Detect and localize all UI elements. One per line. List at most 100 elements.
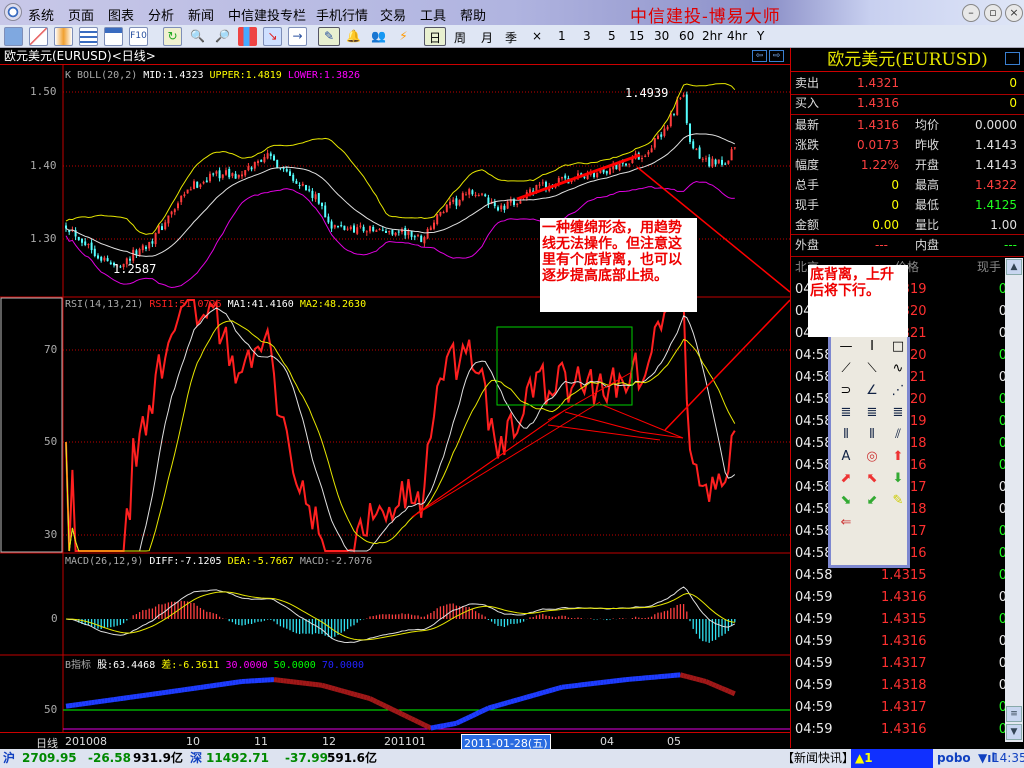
text-tool-icon[interactable]: A (835, 447, 857, 467)
price-tick: 1.30 (30, 232, 57, 245)
candle-body (733, 147, 736, 149)
b-indicator-segment (443, 722, 448, 729)
candle-body (273, 155, 275, 161)
horizontal-line-tool-icon[interactable]: — (835, 337, 857, 357)
scroll-down-icon[interactable]: ▼ (1006, 724, 1022, 740)
eraser-tool-icon[interactable]: ✎ (887, 491, 909, 511)
gann-line-tool-icon[interactable]: ≣ (835, 403, 857, 423)
tick-row: 04:59 1.4317 0 (795, 697, 1007, 719)
news-flash-link[interactable]: 【新闻快讯】 (782, 749, 854, 768)
candle-body (394, 232, 397, 236)
vertical-line-tool-icon[interactable]: I (861, 337, 883, 357)
tick-scrollbar[interactable]: ▲ ≡ ▼ (1005, 258, 1023, 742)
candle-body (81, 238, 83, 243)
low-marker: 1.2587 (113, 262, 157, 276)
candle-body (100, 256, 103, 261)
sell-price: 1.4321 (857, 76, 899, 90)
arc-tool-icon[interactable]: ⊃ (835, 381, 857, 401)
candle-body (106, 258, 109, 262)
macd-tick: 0 (51, 612, 58, 625)
candle-body (388, 231, 391, 233)
circle-tool-icon[interactable]: ◎ (861, 447, 883, 467)
candle-body (653, 138, 656, 148)
b-indicator-segment (420, 721, 426, 728)
close-button[interactable]: × (1005, 4, 1023, 22)
segment-tool-icon[interactable]: ⟍ (861, 359, 883, 379)
cycle-lines-tool-icon[interactable]: ⦀ (835, 425, 857, 445)
quote-value: 0 (891, 178, 899, 192)
candle-body (289, 171, 291, 176)
candle-body (353, 225, 355, 233)
minimize-button[interactable]: – (962, 4, 980, 22)
scroll-thumb[interactable]: ≡ (1006, 706, 1022, 722)
scroll-up-icon[interactable]: ▲ (1006, 259, 1022, 275)
kline-chart[interactable] (0, 0, 790, 748)
fan-tool-icon[interactable]: ⋰ (887, 381, 909, 401)
quote-label: 量比 (915, 218, 940, 232)
tick-time: 04:58 (795, 458, 833, 473)
candle-body (647, 151, 650, 155)
b-indicator-segment (433, 724, 438, 730)
b-50: 50.0000 (273, 660, 316, 671)
rectangle-tool-icon[interactable]: □ (887, 337, 909, 357)
b-indicator-segment (503, 700, 509, 706)
quote-value: 0 (891, 198, 899, 212)
restore-button[interactable]: ▫ (984, 4, 1002, 22)
angle-tool-icon[interactable]: ∠ (861, 381, 883, 401)
sz-label: 深 (190, 751, 203, 765)
b-indicator-segment (708, 680, 714, 687)
brand-logo: pobo (937, 751, 971, 765)
high-marker: 1.4939 (625, 86, 669, 100)
tick-row: 04:59 1.4316 0 (795, 587, 1007, 609)
sine-tool-icon[interactable]: ∿ (887, 359, 909, 379)
down-arrow-tool-icon[interactable]: ⬇ (887, 469, 909, 489)
candle-body (609, 168, 611, 175)
fib-line-tool-icon[interactable]: ≣ (861, 403, 883, 423)
delete-all-tool-icon[interactable]: ⇐ (835, 513, 857, 533)
b-indicator-segment (686, 674, 691, 680)
up-right-arrow-tool-icon[interactable]: ⬈ (835, 469, 857, 489)
candle-body (269, 153, 272, 156)
b-indicator-segment (368, 696, 375, 703)
b-indicator-segment (554, 685, 560, 692)
sh-amount: 931.9亿 (133, 751, 183, 765)
b-indicator-segment (695, 676, 701, 683)
candle-body (234, 173, 237, 179)
candle-body (151, 241, 154, 244)
fib-line-2-tool-icon[interactable]: ≣ (887, 403, 909, 423)
inner-value: --- (1004, 238, 1017, 252)
b-indicator-segment (461, 716, 468, 723)
b-indicator-segment (334, 686, 339, 693)
quote-value: 1.00 (990, 218, 1017, 232)
line-tool-icon[interactable]: ⟋ (835, 359, 857, 379)
scroll-right-icon[interactable]: ⇨ (769, 50, 784, 62)
candle-body (484, 194, 487, 197)
alert-count[interactable]: ▲1 (851, 749, 933, 768)
annotation-note-2[interactable]: 底背离，上升后将下行。 (808, 265, 908, 337)
scroll-left-icon[interactable]: ⇦ (752, 50, 767, 62)
b-indicator-segment (407, 714, 413, 721)
candle-body (215, 171, 218, 174)
candle-body (164, 222, 167, 230)
tick-time: 04:59 (795, 612, 833, 627)
candle-body (161, 226, 163, 231)
candle-body (362, 226, 365, 232)
candle-body (413, 236, 416, 238)
candle-body (157, 225, 160, 234)
candle-body (337, 226, 339, 228)
up-left-arrow-tool-icon[interactable]: ⬉ (861, 469, 883, 489)
tick-time: 04:58 (795, 392, 833, 407)
maximize-panel-icon[interactable] (1005, 52, 1020, 65)
down-left-arrow-tool-icon[interactable]: ⬋ (861, 491, 883, 511)
up-arrow-tool-icon[interactable]: ⬆ (887, 447, 909, 467)
candle-body (177, 203, 179, 209)
down-right-arrow-tool-icon[interactable]: ⬊ (835, 491, 857, 511)
annotation-note-1[interactable]: 一种缠绵形态，用趋势线无法操作。但注意这里有个底背离，也可以逐步提高底部止损。 (540, 218, 697, 312)
candle-body (689, 123, 691, 142)
boll-legend: K BOLL(20,2) MID:1.4323 UPPER:1.4819 LOW… (65, 70, 360, 81)
speed-lines-tool-icon[interactable]: ⫽ (887, 425, 909, 445)
candle-body (605, 171, 608, 174)
candle-body (298, 184, 301, 186)
cycle-lines-2-tool-icon[interactable]: ⦀ (861, 425, 883, 445)
chart-title: 欧元美元(EURUSD)<日线> (0, 48, 790, 65)
